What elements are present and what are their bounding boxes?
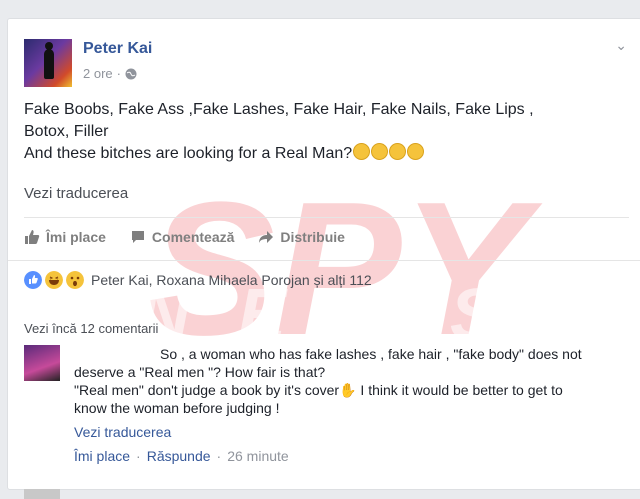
thumbs-up-icon [25,230,40,244]
comment-line-text: So , a woman who has fake lashes , fake … [160,346,582,362]
share-label: Distribuie [280,229,345,245]
commenter-name-redacted [74,347,160,359]
dot-separator: · [136,448,141,464]
laughing-emoji-icon [407,143,425,160]
post-meta: 2 ore · [83,66,137,81]
reactions-summary[interactable]: Peter Kai, Roxana Mihaela Porojan și alț… [24,271,372,289]
post-text: Fake Boobs, Fake Ass ,Fake Lashes, Fake … [24,99,624,165]
laughing-emoji-icon [389,143,407,160]
comment-time[interactable]: 26 minute [227,448,288,464]
post-line: And these bitches are looking for a Real… [24,143,624,165]
share-button[interactable]: Distribuie [258,229,345,245]
comment-line: deserve a "Real men "? How fair is that? [74,364,326,380]
author-avatar[interactable] [24,39,72,87]
post-card: SPY NEWS Peter Kai 2 ore · ⌄ Fake Boobs,… [7,18,640,499]
author-name[interactable]: Peter Kai [83,40,152,58]
divider [8,260,640,261]
laughing-emoji-icon [371,143,389,160]
post-line-text: And these bitches are looking for a Real… [24,145,353,162]
see-translation-link[interactable]: Vezi traducerea [24,185,128,202]
next-commenter-avatar[interactable] [24,489,60,499]
commenter-avatar[interactable] [24,345,60,381]
post-time[interactable]: 2 ore [83,66,113,81]
chevron-down-icon[interactable]: ⌄ [615,37,627,54]
comment-meta: Îmi place · Răspunde · 26 minute [74,448,289,464]
comment-see-translation-link[interactable]: Vezi traducerea [74,424,171,440]
action-bar: Îmi place Comentează Distribuie [24,229,345,245]
wow-icon [66,271,84,289]
comment-text: So , a woman who has fake lashes , fake … [74,345,634,417]
view-more-comments-link[interactable]: Vezi încă 12 comentarii [24,321,158,336]
dot-separator: · [116,66,121,81]
comment-like-link[interactable]: Îmi place [74,448,130,464]
reactions-label[interactable]: Peter Kai, Roxana Mihaela Porojan și alț… [91,272,372,288]
comment-reply-link[interactable]: Răspunde [147,448,211,464]
post-line: Botox, Filler [24,123,109,140]
like-button[interactable]: Îmi place [24,229,106,245]
like-icon [24,271,42,289]
comment-line: know the woman before judging ! [74,400,280,416]
share-arrow-icon [259,231,274,243]
globe-icon [125,68,137,79]
like-label: Îmi place [46,229,106,245]
watermark-spy: SPY [148,163,543,375]
dot-separator: · [216,448,222,464]
divider [24,217,629,218]
comment-line: So , a woman who has fake lashes , fake … [74,345,634,363]
comment-button[interactable]: Comentează [130,229,234,245]
comment-line: "Real men" don't judge a book by it's co… [74,382,563,398]
post-line: Fake Boobs, Fake Ass ,Fake Lashes, Fake … [24,101,534,118]
comment-label: Comentează [151,229,235,245]
laughing-emoji-icon [353,143,371,160]
haha-icon [45,271,63,289]
comment-icon [131,231,144,243]
